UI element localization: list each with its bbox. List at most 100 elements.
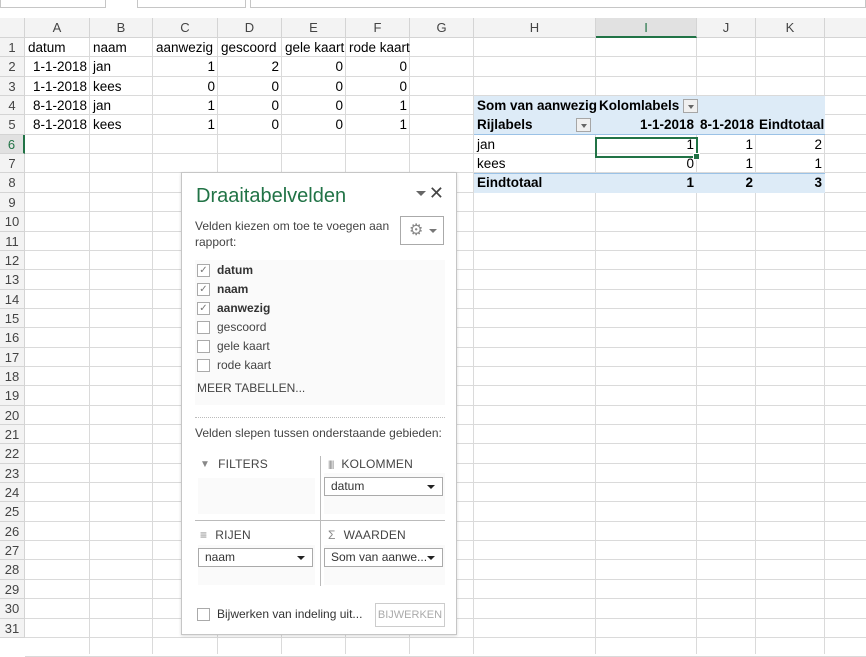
columns-field-datum[interactable]: datum (324, 477, 443, 496)
field-checkbox[interactable] (197, 320, 210, 334)
row-header-26[interactable]: 26 (0, 522, 25, 541)
row-header-11[interactable]: 11 (0, 232, 25, 251)
cell[interactable]: 1 (153, 96, 218, 116)
row-header-6[interactable]: 6 (0, 135, 25, 154)
row-header-8[interactable]: 8 (0, 173, 25, 193)
more-tables-link[interactable]: MEER TABELLEN... (197, 381, 305, 395)
field-aanwezig[interactable]: ✓ aanwezig (197, 299, 270, 317)
pivot-value-cell[interactable]: 1 (697, 135, 756, 155)
cell[interactable]: 1-1-2018 (25, 57, 90, 77)
field-rode-kaart[interactable]: rode kaart (197, 356, 271, 374)
cell[interactable]: 1 (346, 115, 410, 135)
cell[interactable]: 0 (282, 115, 346, 135)
row-header-31[interactable]: 31 (0, 619, 25, 638)
row-header-23[interactable]: 23 (0, 464, 25, 483)
row-header-2[interactable]: 2 (0, 57, 25, 77)
field-gele-kaart[interactable]: gele kaart (197, 337, 270, 355)
cell[interactable]: 0 (282, 96, 346, 116)
tools-button[interactable]: ⚙ (400, 216, 444, 245)
column-header-G[interactable]: G (410, 18, 474, 38)
field-checkbox[interactable]: ✓ (197, 263, 210, 277)
cell[interactable]: gele kaart (282, 38, 346, 58)
pivot-grand-total-cell[interactable]: 3 (756, 173, 825, 193)
pivot-row-label[interactable]: kees (474, 154, 509, 174)
cell[interactable]: 2 (218, 57, 282, 77)
pivot-grand-total-cell[interactable]: 2 (697, 173, 756, 193)
pivot-value-cell[interactable]: 1 (697, 154, 756, 174)
cell[interactable]: 0 (218, 77, 282, 97)
row-header-17[interactable]: 17 (0, 348, 25, 367)
column-header-B[interactable]: B (90, 18, 153, 38)
row-filter-dropdown[interactable] (576, 115, 591, 135)
cell[interactable]: 1-1-2018 (25, 77, 90, 97)
update-button[interactable]: BIJWERKEN (375, 603, 445, 627)
cell[interactable]: kees (90, 115, 153, 135)
cell[interactable]: naam (90, 38, 153, 58)
cell[interactable]: 0 (218, 96, 282, 116)
field-naam[interactable]: ✓ naam (197, 280, 248, 298)
column-header-F[interactable]: F (346, 18, 410, 38)
column-header-D[interactable]: D (218, 18, 282, 38)
row-header-21[interactable]: 21 (0, 425, 25, 444)
field-datum[interactable]: ✓ datum (197, 261, 253, 279)
cell[interactable]: 0 (346, 57, 410, 77)
cell[interactable]: 1 (153, 115, 218, 135)
row-header-15[interactable]: 15 (0, 309, 25, 328)
filters-drop-area[interactable] (198, 478, 315, 514)
column-header-K[interactable]: K (756, 18, 825, 38)
cell[interactable]: 1 (153, 57, 218, 77)
row-header-28[interactable]: 28 (0, 560, 25, 580)
pivot-value-cell[interactable]: 1 (756, 154, 825, 174)
formula-input[interactable] (250, 0, 866, 8)
name-box[interactable] (0, 0, 106, 8)
cell[interactable]: rode kaart (346, 38, 410, 58)
row-header-12[interactable]: 12 (0, 251, 25, 270)
column-header-A[interactable]: A (25, 18, 90, 38)
row-header-4[interactable]: 4 (0, 96, 25, 115)
column-header-E[interactable]: E (282, 18, 346, 38)
column-filter-dropdown[interactable] (683, 99, 699, 114)
cell[interactable]: datum (25, 38, 90, 58)
field-checkbox[interactable] (197, 339, 210, 353)
row-header-3[interactable]: 3 (0, 77, 25, 96)
row-header-29[interactable]: 29 (0, 580, 25, 599)
field-checkbox[interactable]: ✓ (197, 282, 210, 296)
column-header-H[interactable]: H (474, 18, 596, 38)
row-header-13[interactable]: 13 (0, 270, 25, 290)
row-header-16[interactable]: 16 (0, 328, 25, 348)
column-header-L[interactable] (825, 18, 866, 38)
cell[interactable]: aanwezig (153, 38, 218, 58)
cell[interactable]: 0 (153, 77, 218, 97)
cell[interactable]: 8-1-2018 (25, 96, 90, 116)
pivot-value-cell[interactable]: 2 (756, 135, 825, 155)
row-header-25[interactable]: 25 (0, 502, 25, 522)
row-header-19[interactable]: 19 (0, 386, 25, 406)
field-checkbox[interactable]: ✓ (197, 301, 210, 315)
field-gescoord[interactable]: gescoord (197, 318, 266, 336)
row-header-30[interactable]: 30 (0, 599, 25, 619)
cell[interactable]: 8-1-2018 (25, 115, 90, 135)
cell[interactable]: 1 (346, 96, 410, 116)
row-header-22[interactable]: 22 (0, 444, 25, 464)
defer-update-option[interactable]: Bijwerken van indeling uit... (197, 607, 362, 621)
pivot-column-labels[interactable]: Kolomlabels (596, 96, 701, 116)
cell[interactable]: jan (90, 96, 153, 116)
row-header-20[interactable]: 20 (0, 406, 25, 425)
values-field-som[interactable]: Som van aanwe... (324, 548, 443, 567)
row-header-27[interactable]: 27 (0, 541, 25, 560)
row-header-10[interactable]: 10 (0, 212, 25, 232)
formula-buttons[interactable] (137, 0, 246, 8)
defer-update-checkbox[interactable] (197, 607, 210, 621)
cell[interactable]: 0 (218, 115, 282, 135)
panel-menu-icon[interactable] (416, 191, 426, 196)
pivot-grand-total-cell[interactable]: 1 (596, 173, 697, 193)
row-header-1[interactable]: 1 (0, 38, 25, 57)
row-header-5[interactable]: 5 (0, 115, 25, 135)
row-header-24[interactable]: 24 (0, 483, 25, 502)
column-header-C[interactable]: C (153, 18, 218, 38)
cell[interactable]: gescoord (218, 38, 282, 58)
rows-field-naam[interactable]: naam (198, 548, 313, 567)
select-all-corner[interactable] (0, 18, 25, 38)
cell[interactable]: 0 (282, 57, 346, 77)
cell[interactable]: kees (90, 77, 153, 97)
